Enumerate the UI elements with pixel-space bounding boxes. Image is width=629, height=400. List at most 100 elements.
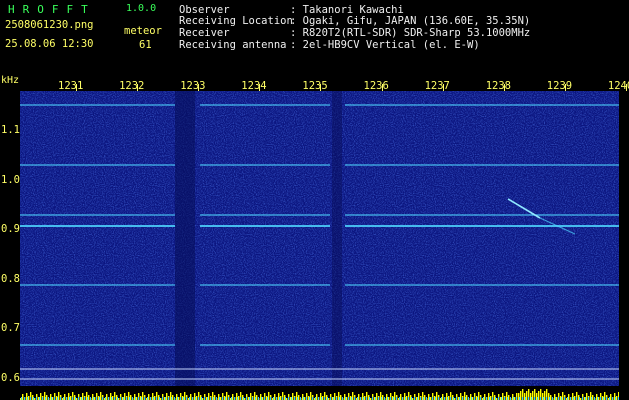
app-version: 1.0.0 xyxy=(126,3,157,14)
level-bar-canvas xyxy=(20,389,619,400)
level-bar-segment xyxy=(292,393,294,400)
level-bar-segment xyxy=(382,395,384,400)
level-bar-segment xyxy=(310,392,312,400)
level-bar-segment xyxy=(484,394,486,400)
y-axis-unit: kHz xyxy=(1,75,20,86)
level-bar-segment xyxy=(616,396,618,400)
level-bar-segment xyxy=(196,396,198,400)
level-bar-segment xyxy=(352,392,354,400)
level-bar-segment xyxy=(334,393,336,400)
level-bar-segment xyxy=(466,395,468,400)
level-bar-segment xyxy=(130,395,132,400)
level-bar-segment xyxy=(376,393,378,400)
level-bar-segment xyxy=(406,396,408,400)
level-bar-segment xyxy=(148,394,150,400)
level-bar-segment xyxy=(142,392,144,400)
level-bar-segment xyxy=(526,391,528,400)
level-bar-segment xyxy=(208,393,210,400)
header: HROFFT 1.0.0 2508061230.png 25.08.06 12:… xyxy=(0,0,629,76)
level-bar-segment xyxy=(544,391,546,400)
level-bar-segment xyxy=(250,393,252,400)
level-bar-segment xyxy=(238,396,240,400)
level-bar-segment xyxy=(394,392,396,400)
dark-band-1233 xyxy=(175,91,195,386)
level-bar-segment xyxy=(424,395,426,400)
level-bar-segment xyxy=(28,396,30,400)
level-bar-segment xyxy=(280,396,282,400)
level-bar-segment xyxy=(172,395,174,400)
level-bar-segment xyxy=(190,394,192,400)
level-bar-segment xyxy=(40,393,42,400)
level-bar-segment xyxy=(520,391,522,400)
level-bar-segment xyxy=(232,394,234,400)
y-tick-label: 0.7 xyxy=(1,322,20,334)
level-bar-segment xyxy=(418,393,420,400)
info-key-antenna: Receiving antenna xyxy=(179,39,287,51)
level-bar-segment xyxy=(184,392,186,400)
x-tick-mark xyxy=(381,84,383,91)
x-tick-mark xyxy=(442,84,444,91)
level-bar-segment xyxy=(460,393,462,400)
level-bar-segment xyxy=(610,394,612,400)
x-tick-mark xyxy=(320,84,322,91)
level-bar xyxy=(20,386,619,400)
y-tick-label: 0.9 xyxy=(1,223,20,235)
level-bar-segment xyxy=(538,391,540,400)
info-value-receiver: : R820T2(RTL-SDR) SDR-Sharp 53.1000MHz xyxy=(290,27,531,39)
x-tick-mark xyxy=(503,84,505,91)
level-bar-segment xyxy=(436,392,438,400)
spectrogram xyxy=(20,91,619,386)
info-key-receiver: Receiver xyxy=(179,27,230,39)
level-bar-segment xyxy=(256,395,258,400)
level-bar-segment xyxy=(106,394,108,400)
level-bar-segment xyxy=(58,392,60,400)
x-tick-mark xyxy=(564,84,566,91)
level-bar-segment xyxy=(82,393,84,400)
file-name: 2508061230.png xyxy=(5,19,94,31)
y-tick-label: 1.1 xyxy=(1,124,20,136)
level-bar-segment xyxy=(364,396,366,400)
info-key-location: Receiving Location xyxy=(179,15,293,27)
level-bar-segment xyxy=(64,394,66,400)
x-tick-mark xyxy=(137,84,139,91)
x-tick-mark xyxy=(198,84,200,91)
level-bar-segment xyxy=(22,394,24,400)
level-bar-segment xyxy=(502,393,504,400)
level-bar-segment xyxy=(442,394,444,400)
y-tick-label: 1.0 xyxy=(1,173,20,186)
level-bar-segment xyxy=(226,392,228,400)
level-bar-segment xyxy=(274,394,276,400)
level-bar-segment xyxy=(88,395,90,400)
level-bar-segment xyxy=(340,395,342,400)
spectrogram-noise xyxy=(20,91,619,386)
level-bar-segment xyxy=(46,395,48,400)
x-tick-mark xyxy=(259,84,261,91)
level-bar-segment xyxy=(112,396,114,400)
level-bar-segment xyxy=(532,391,534,400)
info-value-location: : Ogaki, Gifu, JAPAN (136.60E, 35.35N) xyxy=(290,15,531,27)
level-bar-segment xyxy=(592,395,594,400)
dark-band-1236 xyxy=(332,91,342,386)
level-bar-segment xyxy=(400,394,402,400)
level-bar-segment xyxy=(490,396,492,400)
level-bar-segment xyxy=(70,396,72,400)
level-bar-segment xyxy=(574,396,576,400)
y-tick-label: 0.6 xyxy=(1,371,20,384)
level-bar-segment xyxy=(316,394,318,400)
file-datetime: 25.08.06 12:30 xyxy=(5,38,94,50)
info-value-antenna: : 2el-HB9CV Vertical (el. E-W) xyxy=(290,39,480,51)
level-bar-segment xyxy=(124,393,126,400)
meteor-count: 61 xyxy=(139,39,152,51)
x-tick-mark xyxy=(625,84,627,91)
level-bar-segment xyxy=(358,394,360,400)
level-bar-segment xyxy=(154,396,156,400)
level-bar-segment xyxy=(478,392,480,400)
level-bar-segment xyxy=(562,392,564,400)
level-bar-segment xyxy=(166,393,168,400)
level-bar-segment xyxy=(568,394,570,400)
level-bar-segment xyxy=(214,395,216,400)
level-bar-segment xyxy=(268,392,270,400)
level-bar-segment xyxy=(100,392,102,400)
app-logo: HROFFT xyxy=(8,3,96,16)
level-bar-segment xyxy=(604,392,606,400)
